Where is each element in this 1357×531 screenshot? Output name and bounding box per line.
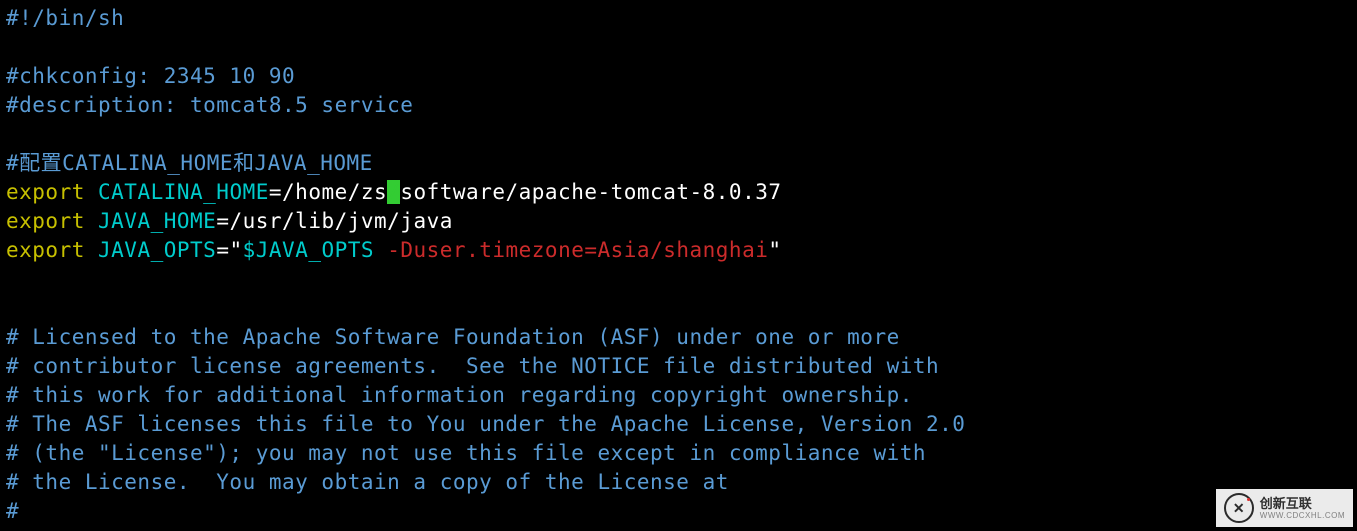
code-line: #!/bin/sh [6,6,124,30]
code-line: #配置CATALINA_HOME和JAVA_HOME [6,151,373,175]
watermark-logo: ✕ 创新互联 WWW.CDCXHL.COM [1216,489,1353,527]
logo-mark-icon: ✕ [1224,493,1254,523]
code-line: # the License. You may obtain a copy of … [6,470,729,494]
code-line: #description: tomcat8.5 service [6,93,413,117]
string: -Duser.timezone=Asia/shanghai [374,238,768,262]
quote: " [229,238,242,262]
var-java-home: JAVA_HOME [98,209,216,233]
code-line: # (the "License"); you may not use this … [6,441,926,465]
logo-subtitle: WWW.CDCXHL.COM [1260,512,1345,520]
code-line: # [6,499,19,523]
keyword-export: export [6,180,85,204]
value: =/usr/lib/jvm/java [216,209,453,233]
value: =/home/zs [269,180,387,204]
keyword-export: export [6,238,85,262]
code-line: # contributor license agreements. See th… [6,354,939,378]
shell-script-editor[interactable]: #!/bin/sh #chkconfig: 2345 10 90 #descri… [0,0,1357,530]
code-line: #chkconfig: 2345 10 90 [6,64,295,88]
code-line: # this work for additional information r… [6,383,913,407]
code-line: # The ASF licenses this file to You unde… [6,412,965,436]
keyword-export: export [6,209,85,233]
logo-title: 创新互联 [1260,497,1345,510]
code-line: # Licensed to the Apache Software Founda… [6,325,900,349]
value: = [216,238,229,262]
quote: " [768,238,781,262]
var-ref: $JAVA_OPTS [243,238,374,262]
value: software/apache-tomcat-8.0.37 [400,180,781,204]
text-cursor: / [387,180,400,204]
var-java-opts: JAVA_OPTS [98,238,216,262]
var-catalina-home: CATALINA_HOME [98,180,269,204]
